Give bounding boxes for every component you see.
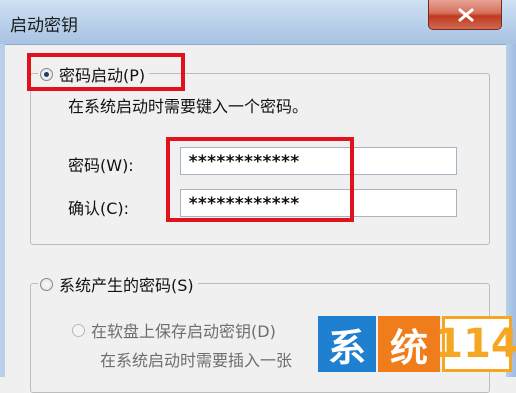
watermark-char-2: 统 bbox=[378, 316, 440, 372]
close-icon bbox=[458, 8, 474, 22]
close-button[interactable] bbox=[428, 0, 502, 30]
highlight-box-option bbox=[27, 53, 185, 91]
save-to-floppy-label: 在软盘上保存启动密钥(D) bbox=[91, 322, 276, 341]
window-title: 启动密钥 bbox=[10, 16, 78, 36]
save-to-floppy-radio[interactable] bbox=[72, 323, 85, 337]
highlight-box-fields bbox=[166, 137, 354, 222]
title-bar[interactable]: 启动密钥 bbox=[0, 0, 516, 45]
save-to-floppy-option[interactable]: 在软盘上保存启动密钥(D) bbox=[72, 318, 276, 342]
system-password-label: 系统产生的密码(S) bbox=[59, 276, 194, 295]
save-to-floppy-description: 在系统启动时需要插入一张 bbox=[100, 351, 293, 370]
system-password-radio[interactable] bbox=[40, 277, 53, 291]
password-startup-description: 在系统启动时需要键入一个密码。 bbox=[68, 97, 309, 116]
password-label: 密码(W): bbox=[68, 156, 134, 175]
watermark-number: 114 bbox=[435, 316, 516, 372]
confirm-label: 确认(C): bbox=[68, 199, 130, 218]
system-password-option[interactable]: 系统产生的密码(S) bbox=[38, 273, 198, 295]
window-frame-left bbox=[0, 44, 5, 377]
watermark-char-1: 系 bbox=[318, 316, 376, 372]
